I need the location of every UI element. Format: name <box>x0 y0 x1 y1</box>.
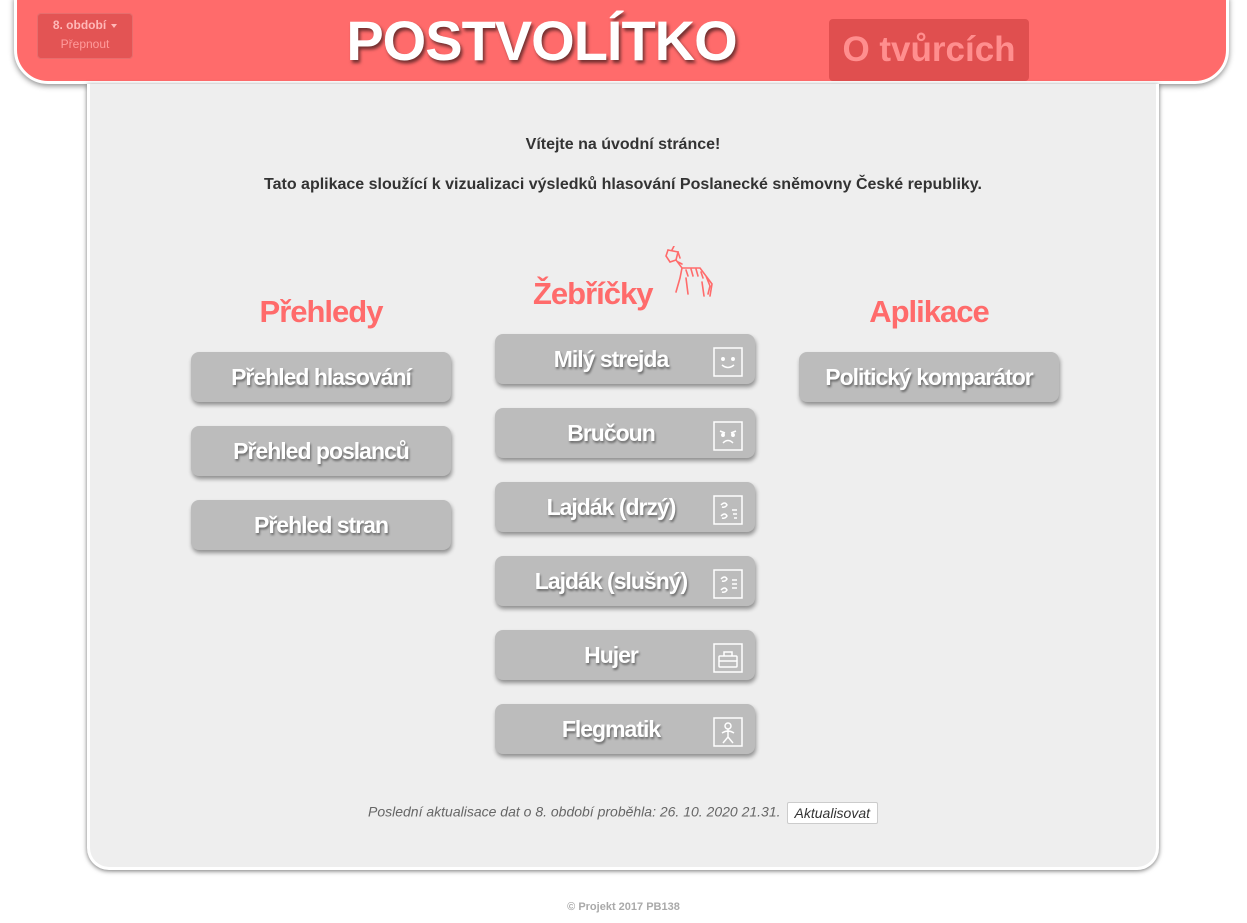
update-note-text: Poslední aktualisace dat o 8. období pro… <box>367 803 781 820</box>
update-note: Poslední aktualisace dat o 8. období pro… <box>90 802 1156 824</box>
ranking-lajdak-slusny-label: Lajdák (slušný) <box>534 568 688 594</box>
ranking-lajdak-drzy-button[interactable]: Lajdák (drzý) <box>495 482 755 532</box>
app-title[interactable]: POSTVOLÍTKO <box>339 9 744 73</box>
sloppy-polite-icon <box>713 566 743 599</box>
overview-votes-label: Přehled hlasování <box>231 364 412 390</box>
ranking-mily-strejda-label: Milý strejda <box>553 346 670 372</box>
ranking-brucoun-label: Bručoun <box>567 420 656 446</box>
political-comparator-button[interactable]: Politický komparátor <box>799 352 1059 402</box>
update-button[interactable]: Aktualisovat <box>786 802 879 824</box>
ranking-lajdak-drzy-label: Lajdák (drzý) <box>546 494 677 520</box>
header-bar: 8. období Přepnout POSTVOLÍTKO O tvůrcíc… <box>14 0 1229 84</box>
phlegmatic-figure-icon <box>713 714 743 747</box>
copyright-text: © Projekt 2017 PB138 <box>567 901 680 913</box>
ranking-brucoun-button[interactable]: Bručoun <box>495 408 755 458</box>
political-comparator-label: Politický komparátor <box>825 364 1034 390</box>
overview-parties-button[interactable]: Přehled stran <box>191 500 451 550</box>
ranking-hujer-button[interactable]: Hujer <box>495 630 755 680</box>
overview-deputies-label: Přehled poslanců <box>233 438 410 464</box>
ranking-hujer-label: Hujer <box>584 642 639 668</box>
sloppy-rude-icon <box>713 492 743 525</box>
ranking-flegmatik-label: Flegmatik <box>561 716 661 742</box>
main-panel: Vítejte na úvodní stránce! Tato aplikace… <box>87 84 1159 870</box>
overview-votes-button[interactable]: Přehled hlasování <box>191 352 451 402</box>
overview-deputies-button[interactable]: Přehled poslanců <box>191 426 451 476</box>
term-switch-button[interactable]: Přepnout <box>37 37 133 51</box>
overviews-title: Přehledy <box>259 294 384 329</box>
welcome-heading: Vítejte na úvodní stránce! <box>525 136 721 153</box>
ranking-lajdak-slusny-button[interactable]: Lajdák (slušný) <box>495 556 755 606</box>
apps-title: Aplikace <box>869 294 990 329</box>
overview-parties-label: Přehled stran <box>254 512 389 538</box>
ranking-mily-strejda-button[interactable]: Milý strejda <box>495 334 755 384</box>
caret-down-icon <box>111 23 118 28</box>
grumpy-face-icon <box>713 418 743 451</box>
ranking-flegmatik-button[interactable]: Flegmatik <box>495 704 755 754</box>
term-label-text: 8. období <box>52 18 107 32</box>
briefcase-icon <box>713 640 743 673</box>
term-switcher[interactable]: 8. období Přepnout <box>37 13 133 59</box>
smile-face-icon <box>713 344 743 377</box>
about-creators-button[interactable]: O tvůrcích <box>829 19 1029 81</box>
term-label[interactable]: 8. období <box>37 18 133 32</box>
rankings-title: Žebříčky <box>533 276 654 311</box>
zebra-icon <box>660 245 714 302</box>
intro-text: Tato aplikace sloužící k vizualizaci výs… <box>264 176 982 193</box>
